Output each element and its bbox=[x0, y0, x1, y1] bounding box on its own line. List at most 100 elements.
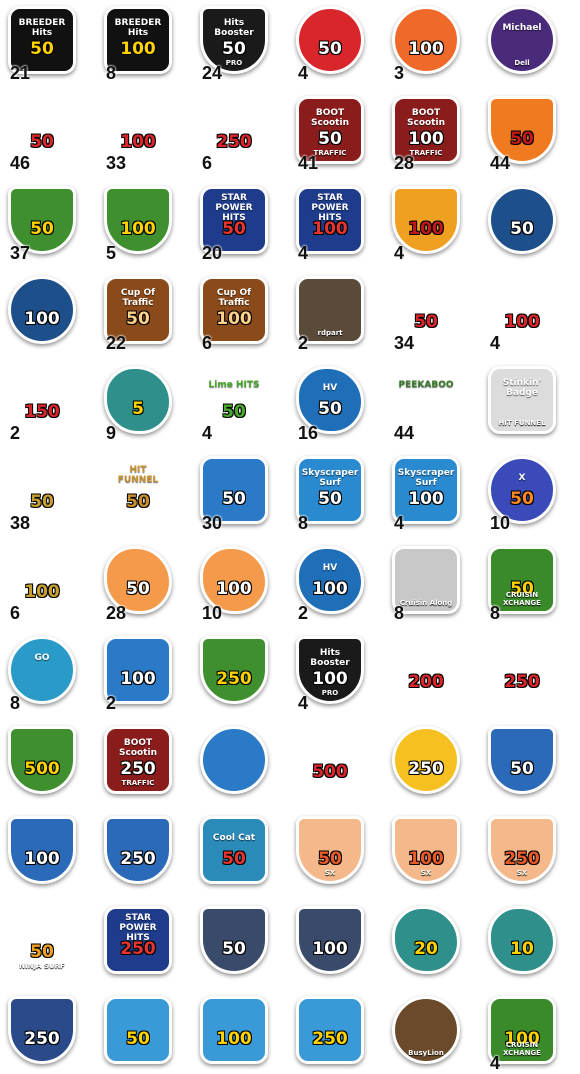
professor-icon: 20 bbox=[392, 906, 460, 974]
badge-tile[interactable]: 50 bbox=[486, 184, 558, 256]
badge-tile[interactable]: 50 37 bbox=[6, 184, 78, 263]
badge-tile[interactable]: 50 bbox=[102, 994, 174, 1066]
badge-tile[interactable]: 250 bbox=[390, 724, 462, 796]
badge-tile[interactable]: 250 SX bbox=[486, 814, 558, 886]
badge-tile[interactable]: 50 4 bbox=[294, 4, 366, 83]
badge-tile[interactable]: 100 SX bbox=[390, 814, 462, 886]
badge-tile[interactable]: GO 8 bbox=[6, 634, 78, 713]
badge-tile[interactable]: 100 33 bbox=[102, 94, 174, 173]
badge-value: 100 bbox=[312, 669, 348, 689]
badge-tile[interactable]: 100 3 bbox=[390, 4, 462, 83]
badge-tile[interactable]: 50 NINJA SURF bbox=[6, 904, 78, 976]
badge-tile[interactable]: 500 bbox=[6, 724, 78, 796]
badge-tile[interactable]: BOOT Scootin 250 TRAFFIC bbox=[102, 724, 174, 796]
badge-art-label: Cool Cat bbox=[212, 833, 256, 843]
badge-value: 50 bbox=[222, 489, 246, 509]
badge-art-label bbox=[209, 735, 259, 761]
badge-tile[interactable]: 50 bbox=[198, 904, 270, 976]
badge-tile[interactable]: 100 10 bbox=[198, 544, 270, 623]
badge-count: 22 bbox=[106, 333, 127, 353]
badge-tile[interactable]: 500 bbox=[294, 724, 366, 796]
b-icon: 100 bbox=[296, 906, 364, 974]
badge-count: 4 bbox=[490, 333, 501, 353]
badge-tile[interactable]: 250 bbox=[102, 814, 174, 886]
badge-tile[interactable]: STAR POWER HITS 250 bbox=[102, 904, 174, 976]
badge-tile[interactable]: 100 CRUISIN XCHANGE 4 bbox=[486, 994, 558, 1073]
badge-tile[interactable]: BOOT Scootin 100 TRAFFIC 28 bbox=[390, 94, 462, 173]
badge-tile[interactable]: Hits Booster 50 PRO 24 bbox=[198, 4, 270, 83]
badge-tile[interactable]: 100 bbox=[6, 814, 78, 886]
badge-tile[interactable]: 50 CRUISIN XCHANGE 8 bbox=[486, 544, 558, 623]
badge-tile[interactable]: 250 6 bbox=[198, 94, 270, 173]
badge-tile[interactable]: 50 34 bbox=[390, 274, 462, 353]
star-icon: STAR POWER HITS 250 bbox=[104, 906, 172, 974]
badge-tile[interactable]: PEEKABOO 44 bbox=[390, 364, 462, 443]
badge-tile[interactable]: Skyscraper Surf 50 8 bbox=[294, 454, 366, 533]
badge-tile[interactable]: 59 bbox=[102, 364, 174, 443]
badge-count: 6 bbox=[202, 153, 213, 173]
badge-tile[interactable]: 50 28 bbox=[102, 544, 174, 623]
b-icon: 50 bbox=[200, 906, 268, 974]
badge-tile[interactable]: Cool Cat 50 bbox=[198, 814, 270, 886]
badge-value: 50 bbox=[30, 132, 54, 152]
badge-tile[interactable]: Cup Of Traffic 50 22 bbox=[102, 274, 174, 353]
badge-tile[interactable]: 50 30 bbox=[198, 454, 270, 533]
badge-tile[interactable]: BREEDER Hits 100 8 bbox=[102, 4, 174, 83]
badge-art-label bbox=[17, 285, 67, 311]
badge-tile[interactable]: 50 46 bbox=[6, 94, 78, 173]
badge-tile[interactable]: BusyLion bbox=[390, 994, 462, 1066]
badge-tile[interactable]: 20 bbox=[390, 904, 462, 976]
badge-tile[interactable]: 50 SX bbox=[294, 814, 366, 886]
badge-tile[interactable]: Cruisin Along 8 bbox=[390, 544, 462, 623]
man-icon: 250 bbox=[104, 816, 172, 884]
badge-tile[interactable]: Stinkin' Badge HIT FUNNEL bbox=[486, 364, 558, 436]
superhero-icon: 100 bbox=[8, 276, 76, 344]
badge-tile[interactable]: STAR POWER HITS 100 4 bbox=[294, 184, 366, 263]
badge-art-label bbox=[497, 825, 547, 851]
badge-tile[interactable]: 200 bbox=[390, 634, 462, 706]
badge-tile[interactable]: HV 100 2 bbox=[294, 544, 366, 623]
badge-tile[interactable]: 100 bbox=[294, 904, 366, 976]
badge-value: 100 bbox=[216, 579, 252, 599]
badge-tile[interactable]: 100 4 bbox=[390, 184, 462, 263]
badge-value: 50 bbox=[30, 942, 54, 962]
badge-tile[interactable]: Hits Booster 100 PRO 4 bbox=[294, 634, 366, 713]
badge-value: 100 bbox=[312, 579, 348, 599]
badge-tile[interactable]: 100 5 bbox=[102, 184, 174, 263]
badge-tile[interactable]: STAR POWER HITS 50 20 bbox=[198, 184, 270, 263]
badge-tile[interactable]: 100 bbox=[6, 274, 78, 346]
professor-icon: 10 bbox=[488, 906, 556, 974]
badge-tile[interactable]: 100 6 bbox=[6, 544, 78, 623]
badge-tile[interactable]: Cup Of Traffic 100 6 bbox=[198, 274, 270, 353]
badge-tile[interactable]: 250 bbox=[198, 634, 270, 706]
volcano-icon: 50 bbox=[104, 996, 172, 1064]
badge-art-label bbox=[14, 462, 70, 488]
badge-tile[interactable]: Skyscraper Surf 100 4 bbox=[390, 454, 462, 533]
badge-count: 34 bbox=[394, 333, 415, 353]
badge-count: 8 bbox=[298, 513, 309, 533]
badge-tile[interactable] bbox=[198, 724, 270, 796]
badge-tile[interactable]: 250 bbox=[486, 634, 558, 706]
badge-art-label bbox=[209, 555, 259, 581]
badge-tile[interactable]: rdpart 2 bbox=[294, 274, 366, 353]
badge-tile[interactable]: BOOT Scootin 50 TRAFFIC 41 bbox=[294, 94, 366, 173]
badge-tile[interactable]: 50 38 bbox=[6, 454, 78, 533]
badge-tile[interactable]: 250 bbox=[6, 994, 78, 1066]
badge-tile[interactable]: 100 bbox=[198, 994, 270, 1066]
badge-tile[interactable]: Michael Dell bbox=[486, 4, 558, 76]
badge-tile[interactable]: 100 2 bbox=[102, 634, 174, 713]
badge-value: 50 bbox=[222, 849, 246, 869]
badge-count: 37 bbox=[10, 243, 31, 263]
badge-tile[interactable]: 150 2 bbox=[6, 364, 78, 443]
badge-tile[interactable]: 250 bbox=[294, 994, 366, 1066]
badge-tile[interactable]: 10 bbox=[486, 904, 558, 976]
badge-tile[interactable]: HIT FUNNEL 50 bbox=[102, 454, 174, 526]
badge-tile[interactable]: HV 50 16 bbox=[294, 364, 366, 443]
badge-tile[interactable]: BREEDER Hits 50 21 bbox=[6, 4, 78, 83]
badge-tile[interactable]: 100 4 bbox=[486, 274, 558, 353]
badge-tile[interactable]: X 50 10 bbox=[486, 454, 558, 533]
badge-tile[interactable]: 50 bbox=[486, 724, 558, 796]
badge-tile[interactable]: Lime HITS 50 4 bbox=[198, 364, 270, 443]
badge-value: 500 bbox=[312, 762, 348, 782]
badge-tile[interactable]: 50 44 bbox=[486, 94, 558, 173]
